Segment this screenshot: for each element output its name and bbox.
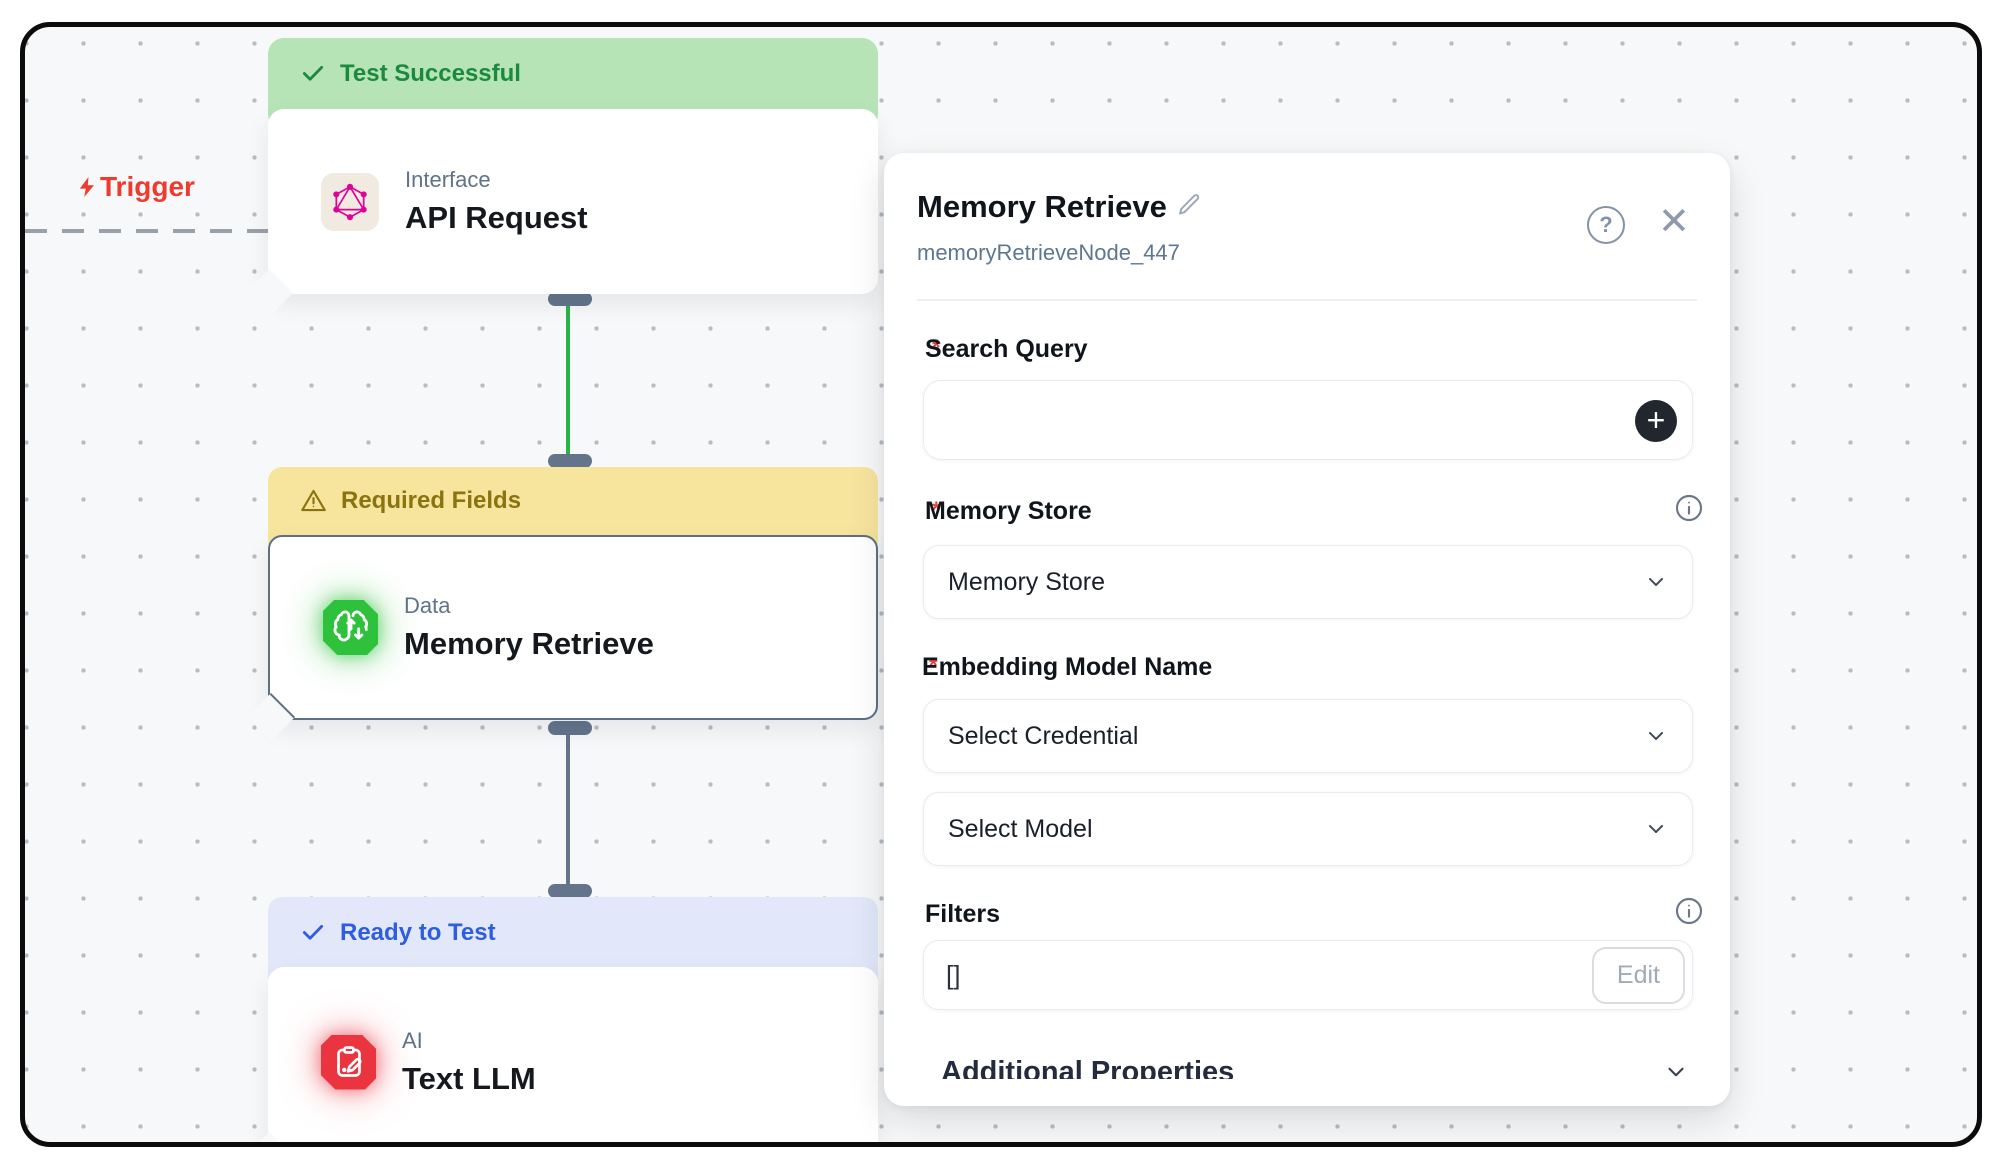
chevron-down-icon — [1644, 570, 1668, 594]
help-button[interactable]: ? — [1587, 206, 1625, 244]
node-input-handle[interactable] — [548, 884, 592, 898]
status-text: Ready to Test — [340, 919, 496, 947]
edit-title-pencil-icon[interactable] — [1176, 191, 1203, 218]
filters-label: Filters — [925, 900, 1000, 929]
check-icon — [300, 60, 326, 86]
check-icon — [300, 919, 326, 945]
selected-value: Select Model — [948, 815, 1093, 844]
node-category: Interface — [405, 167, 588, 193]
node-input-handle[interactable] — [548, 454, 592, 468]
node-card-text-llm[interactable]: AI Text LLM — [268, 967, 878, 1147]
search-query-input[interactable]: + — [923, 380, 1693, 460]
chevron-down-icon — [1663, 1059, 1689, 1079]
chevron-down-icon — [1644, 817, 1668, 841]
memory-store-label: Memory Store* — [925, 497, 941, 526]
graphql-icon — [321, 173, 379, 231]
node-title: Memory Retrieve — [404, 626, 654, 662]
memory-store-select[interactable]: Memory Store — [923, 545, 1693, 619]
trigger-label: Trigger — [75, 171, 195, 203]
node-title: API Request — [405, 200, 588, 236]
workflow-builder-screen: Trigger Test Successful — [0, 0, 2000, 1169]
trigger-dashed-connector — [25, 229, 268, 233]
credential-select[interactable]: Select Credential — [923, 699, 1693, 773]
selected-value: Memory Store — [948, 568, 1105, 597]
lightning-bolt-icon — [75, 173, 99, 201]
plus-icon: + — [1647, 404, 1666, 439]
info-icon[interactable] — [1673, 492, 1705, 524]
node-id: memoryRetrieveNode_447 — [917, 240, 1180, 266]
question-mark-icon: ? — [1599, 212, 1612, 238]
node-card-memory-retrieve[interactable]: Data Memory Retrieve — [268, 535, 878, 720]
filters-value-box[interactable]: [] Edit — [923, 940, 1693, 1010]
workflow-canvas[interactable]: Trigger Test Successful — [20, 22, 1982, 1147]
corner-cut — [245, 269, 293, 317]
brain-retrieve-icon — [323, 600, 378, 655]
status-text: Test Successful — [340, 60, 521, 88]
model-select[interactable]: Select Model — [923, 792, 1693, 866]
embedding-model-label: Embedding Model Name* — [922, 653, 938, 682]
add-variable-button[interactable]: + — [1635, 400, 1677, 442]
close-panel-button[interactable]: ✕ — [1658, 199, 1690, 244]
edit-filters-button[interactable]: Edit — [1592, 947, 1685, 1004]
corner-cut — [245, 1132, 293, 1147]
node-output-handle[interactable] — [548, 292, 592, 306]
trigger-text: Trigger — [100, 171, 195, 203]
filters-value: [] — [946, 960, 960, 991]
status-text: Required Fields — [341, 487, 521, 515]
node-config-panel: Memory Retrieve memoryRetrieveNode_447 ?… — [884, 153, 1730, 1106]
additional-properties-label: Additional Properties — [941, 1055, 1234, 1079]
chevron-down-icon — [1644, 724, 1668, 748]
node-category: AI — [402, 1028, 536, 1054]
warning-triangle-icon — [300, 487, 327, 514]
info-icon[interactable] — [1673, 895, 1705, 927]
header-divider — [917, 299, 1697, 301]
corner-cut — [247, 693, 295, 741]
node-output-handle[interactable] — [548, 721, 592, 735]
node-category: Data — [404, 593, 654, 619]
selected-value: Select Credential — [948, 722, 1138, 751]
clipboard-pencil-icon — [321, 1035, 376, 1090]
search-query-label: Search Query* — [925, 335, 941, 364]
panel-title: Memory Retrieve — [917, 189, 1167, 225]
node-title: Text LLM — [402, 1061, 536, 1097]
connector-line — [566, 727, 570, 889]
additional-properties-toggle[interactable]: Additional Properties — [941, 1055, 1689, 1079]
connector-line-success — [566, 299, 570, 459]
node-card-api-request[interactable]: Interface API Request — [268, 109, 878, 294]
additional-properties-section: Additional Properties — [884, 1055, 1730, 1079]
